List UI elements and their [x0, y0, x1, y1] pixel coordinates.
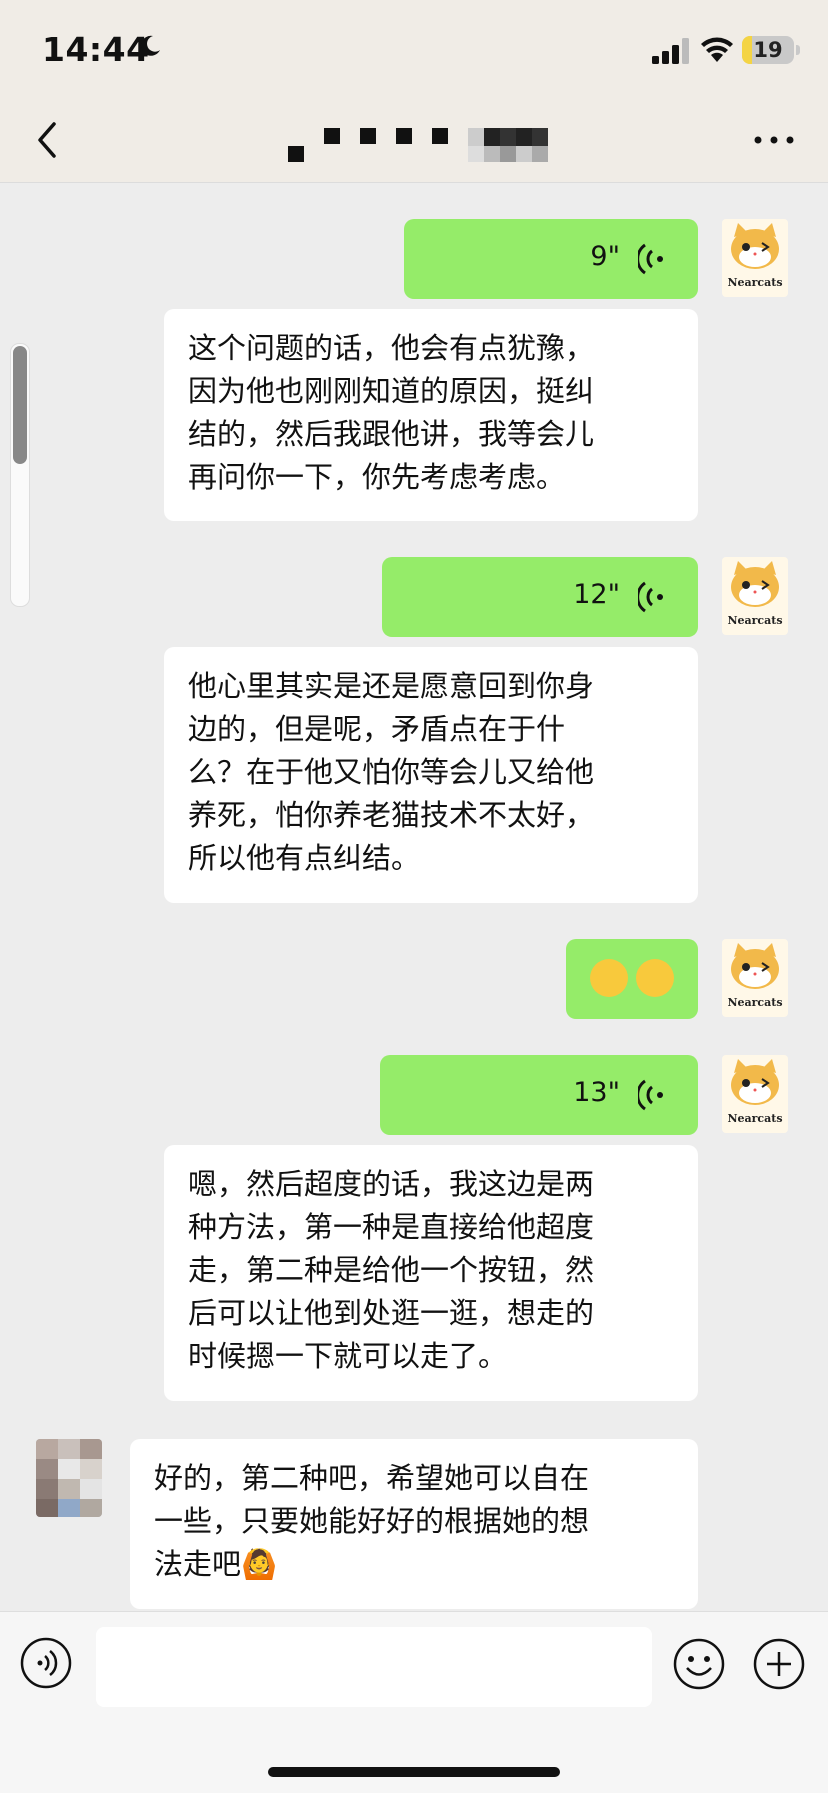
scroll-indicator[interactable] [10, 343, 30, 607]
voice-message[interactable]: 13" [380, 1055, 698, 1135]
message-list[interactable]: 9" Nearcats 这个问题的话，他会有点犹豫， 因为他也刚刚知道的原因，挺… [0, 183, 828, 1610]
blurred-avatar-icon [36, 1439, 102, 1517]
emoji-message[interactable] [566, 939, 698, 1019]
text-message[interactable]: 他心里其实是还是愿意回到你身 边的，但是呢，矛盾点在于什 么？在于他又怕你等会儿… [164, 647, 698, 903]
text-message[interactable]: 这个问题的话，他会有点犹豫， 因为他也刚刚知道的原因，挺纠 结的，然后我跟他讲，… [164, 309, 698, 521]
voice-message[interactable]: 9" [404, 219, 698, 299]
voice-duration: 9" [590, 241, 620, 272]
signal-icon [652, 38, 689, 64]
more-icon[interactable] [752, 128, 796, 152]
voice-message[interactable]: 12" [382, 557, 698, 637]
avatar[interactable]: Nearcats [722, 219, 788, 297]
battery-percent: 19 [753, 38, 783, 62]
text-message-received[interactable]: 好的，第二种吧，希望她可以自在 一些，只要她能好好的根据她的想 法走吧🙆 [130, 1439, 698, 1609]
avatar-logo-text: Nearcats [727, 614, 783, 627]
scroll-thumb[interactable] [13, 346, 27, 464]
other-user-avatar[interactable] [36, 1439, 102, 1517]
status-bar: 14:44 19 [0, 0, 828, 100]
avatar-logo-text: Nearcats [727, 996, 783, 1009]
avatar[interactable]: Nearcats [722, 939, 788, 1017]
chat-header [0, 100, 828, 183]
voice-input-icon[interactable] [20, 1637, 72, 1689]
input-bar [0, 1611, 828, 1793]
laughing-crying-emoji-icon [590, 959, 628, 997]
avatar-logo-text: Nearcats [727, 276, 783, 289]
chat-title-obscured [288, 128, 548, 162]
voice-duration: 13" [573, 1077, 620, 1108]
battery-cap [796, 45, 800, 55]
moon-icon [140, 35, 160, 56]
voice-duration: 12" [573, 579, 620, 610]
home-indicator[interactable] [268, 1767, 560, 1777]
avatar[interactable]: Nearcats [722, 1055, 788, 1133]
avatar[interactable]: Nearcats [722, 557, 788, 635]
back-icon[interactable] [28, 118, 68, 162]
wifi-icon [701, 37, 733, 62]
voice-wave-icon [638, 243, 663, 275]
laughing-crying-emoji-icon [636, 959, 674, 997]
message-input[interactable] [96, 1627, 652, 1707]
avatar-logo-text: Nearcats [727, 1112, 783, 1125]
voice-wave-icon [638, 1079, 663, 1111]
emoji-icon[interactable] [672, 1637, 726, 1691]
battery-indicator: 19 [742, 36, 800, 64]
voice-wave-icon [638, 581, 663, 613]
status-time: 14:44 [42, 30, 150, 69]
plus-icon[interactable] [752, 1637, 806, 1691]
text-message[interactable]: 嗯，然后超度的话，我这边是两 种方法，第一种是直接给他超度 走，第二种是给他一个… [164, 1145, 698, 1401]
